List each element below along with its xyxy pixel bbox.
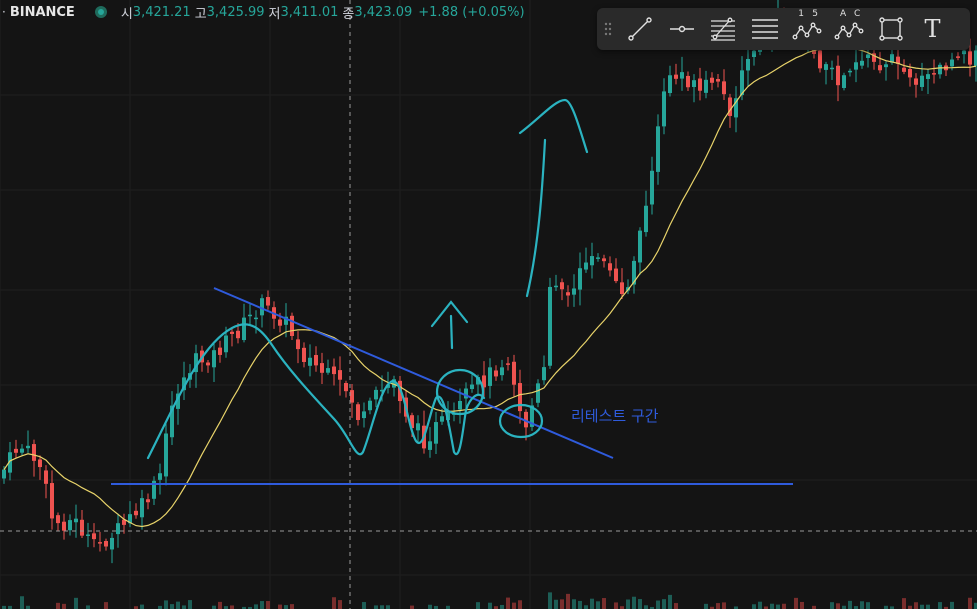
pattern-tool-label-1: 1: [798, 9, 804, 19]
open-value: 3,421.21: [132, 4, 191, 20]
market-status-icon: [94, 6, 107, 18]
retest-zone-label[interactable]: 리테스트 구간: [571, 405, 659, 426]
legend-separator: ·: [2, 5, 6, 19]
high-label: 고: [194, 6, 207, 22]
pattern-tool-label-a: A: [839, 9, 847, 19]
xabcd-pattern-icon: [792, 22, 822, 40]
horizontal-ray-icon: [669, 25, 694, 33]
change-value: +1.88 (+0.05%): [418, 4, 525, 20]
horizontal-ray-tool[interactable]: [661, 8, 703, 50]
fib-retracement-tool[interactable]: [703, 8, 745, 50]
xabcd-pattern-tool[interactable]: 1 5: [786, 8, 828, 50]
abc-pattern-tool[interactable]: A C: [828, 8, 870, 50]
close-value: 3,423.09: [354, 4, 413, 20]
drawing-objects[interactable]: [111, 98, 793, 485]
chart-grid: [0, 0, 977, 609]
low-label: 저: [268, 6, 281, 22]
text-icon: T: [924, 15, 941, 43]
close-label: 종: [342, 6, 355, 22]
pattern-tool-label-5: 5: [812, 9, 818, 19]
trend-line-tool[interactable]: [619, 8, 661, 50]
parallel-lines-tool[interactable]: [744, 8, 786, 50]
rectangle-tool[interactable]: [870, 8, 912, 50]
small-up-arrow-drawing[interactable]: [430, 300, 469, 350]
candlesticks: [2, 0, 977, 564]
rectangle-icon: [878, 17, 903, 41]
price-chart[interactable]: [0, 0, 977, 609]
drawing-toolbar: 1 5 A C T: [597, 8, 970, 50]
high-value: 3,425.99: [206, 4, 265, 20]
low-value: 3,411.01: [280, 4, 339, 20]
pattern-tool-label-c: C: [853, 9, 861, 19]
volume-bars: [2, 592, 977, 609]
hand-drawn-wave[interactable]: [146, 323, 486, 460]
parallel-lines-icon: [752, 19, 779, 39]
text-tool[interactable]: T: [912, 8, 954, 50]
trend-line-icon: [628, 17, 652, 41]
ohlc-legend: · BINANCE 시 3,421.21 고 3,425.99 저 3,411.01 …: [0, 0, 525, 24]
fib-retracement-icon: [711, 17, 736, 41]
abc-pattern-icon: [834, 22, 864, 40]
exchange-name[interactable]: BINANCE: [10, 5, 75, 20]
open-label: 시: [120, 6, 133, 22]
drag-handle-icon[interactable]: [597, 8, 619, 50]
